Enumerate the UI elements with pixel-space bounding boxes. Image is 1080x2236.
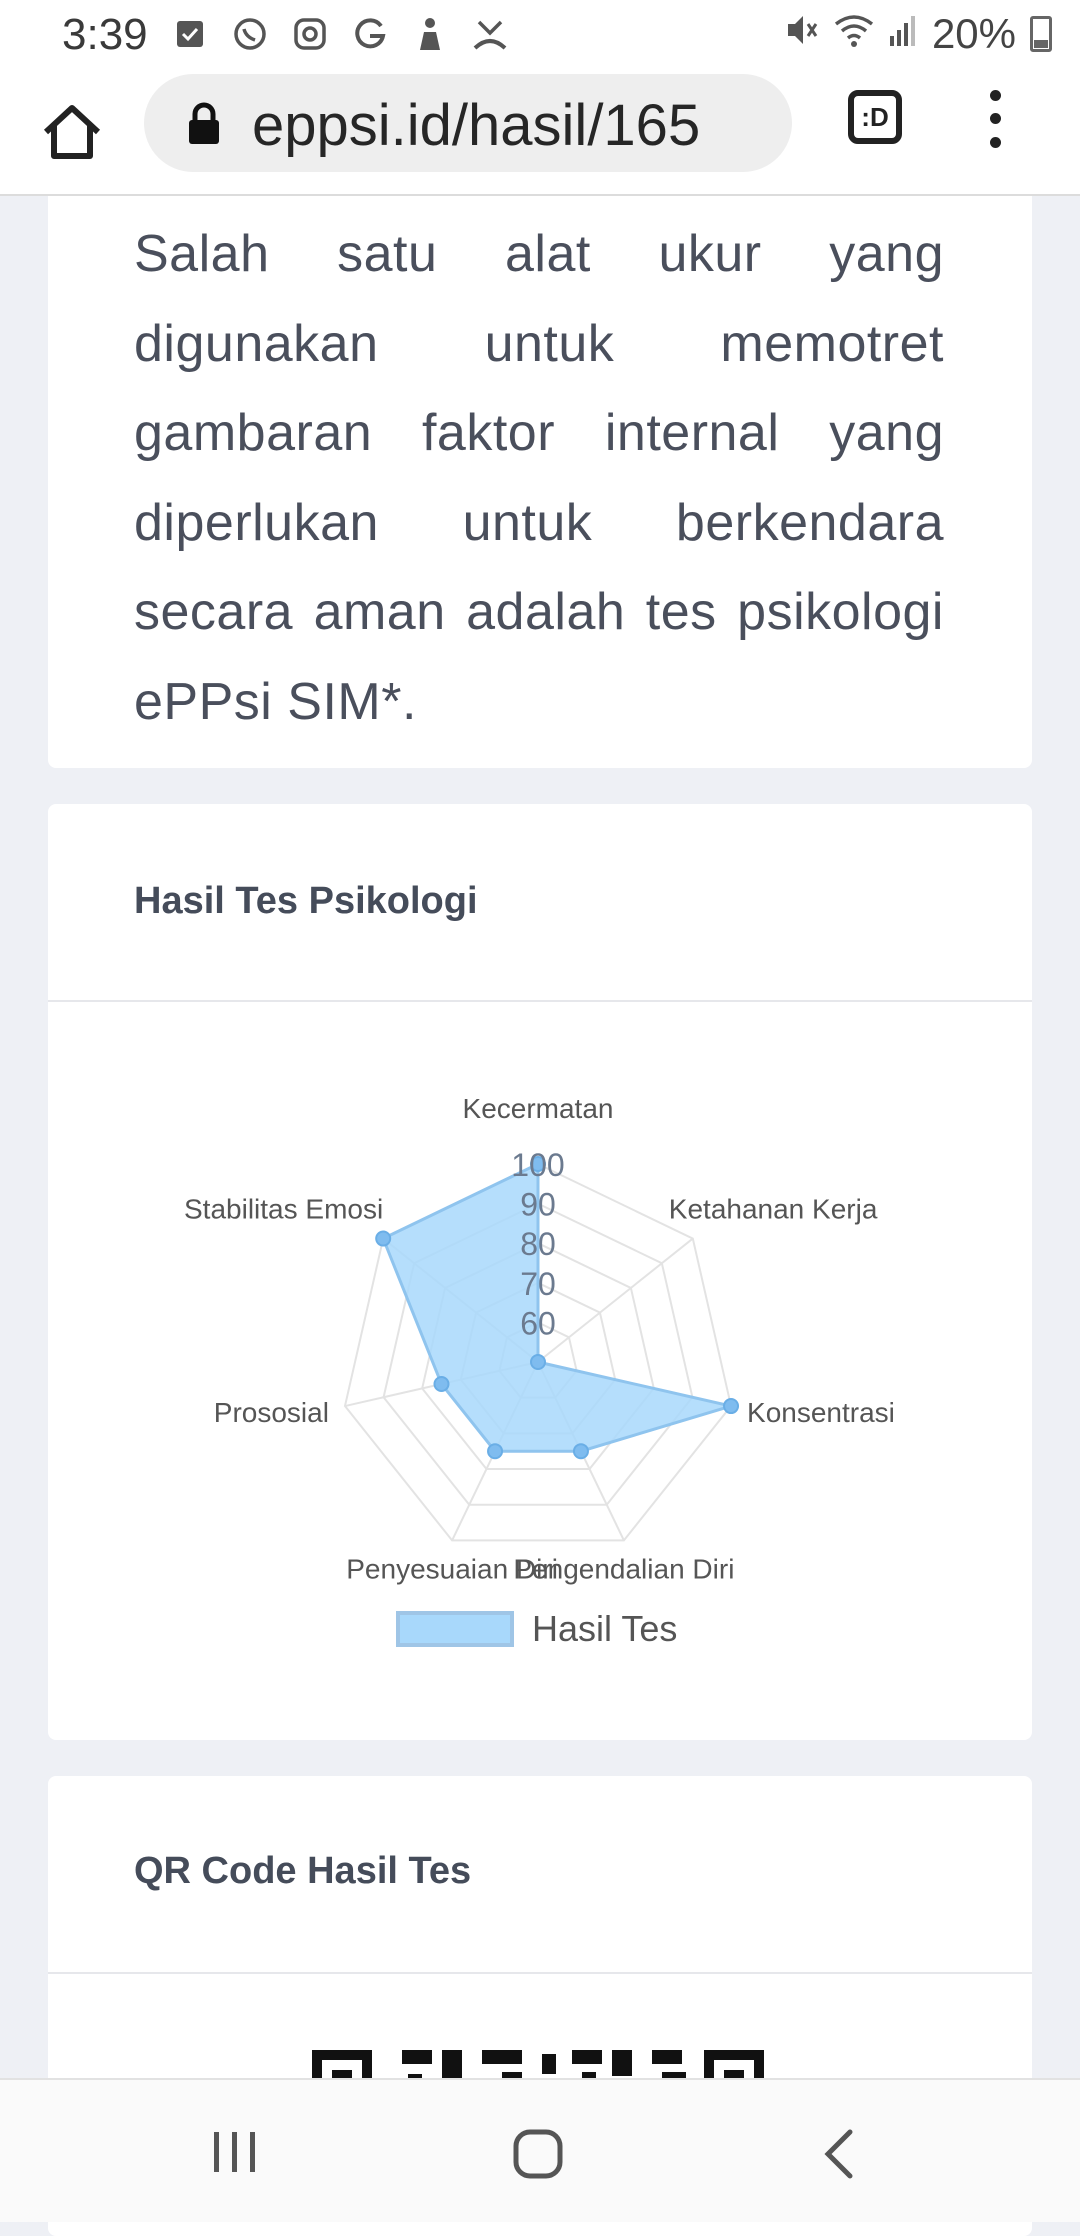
- address-bar[interactable]: eppsi.id/hasil/165: [144, 74, 792, 172]
- radar-tick-label: 90: [520, 1187, 556, 1223]
- radar-tick-label: 100: [511, 1147, 564, 1183]
- battery-percent: 20%: [931, 10, 1016, 57]
- radar-category-label: Stabilitas Emosi: [184, 1194, 383, 1225]
- radar-category-label: Kecermatan: [463, 1093, 614, 1124]
- more-menu-button[interactable]: [980, 84, 1010, 154]
- home-icon: [43, 105, 101, 159]
- menu-dot-icon: [989, 90, 1001, 102]
- intro-paragraph: Salah satu alat ukur yang digunakan untu…: [134, 225, 944, 731]
- instagram-icon: [290, 14, 330, 54]
- battery-icon: [1030, 16, 1052, 52]
- wifi-icon: [834, 10, 874, 58]
- google-icon: [350, 14, 390, 54]
- radar-chart: 6070 8090 100 Kecermatan Ketahanan Kerja Kons…: [184, 1093, 895, 1584]
- radar-category-label: Prososial: [214, 1397, 329, 1428]
- radar-data-point: [433, 1376, 450, 1393]
- whatsapp-icon: [230, 14, 270, 54]
- signal-icon: [888, 10, 918, 58]
- radar-data-point: [572, 1443, 589, 1460]
- system-nav-bar: [0, 2078, 1080, 2222]
- legend-label: Hasil Tes: [532, 1608, 678, 1649]
- results-title: Hasil Tes Psikologi: [134, 880, 478, 922]
- back-button[interactable]: [822, 2128, 856, 2185]
- url-text: eppsi.id/hasil/165: [252, 93, 701, 158]
- radar-tick-label: 60: [520, 1305, 556, 1341]
- tab-switcher-button[interactable]: :D: [848, 90, 902, 144]
- recent-apps-icon: [214, 2132, 255, 2172]
- radar-data-point: [723, 1398, 740, 1415]
- radar-data-point: [530, 1354, 546, 1370]
- radar-category-label: Penyesuaian Diri: [346, 1553, 558, 1584]
- menu-dot-icon: [989, 136, 1001, 148]
- radar-data-point: [487, 1443, 504, 1460]
- chart-legend[interactable]: Hasil Tes: [396, 1608, 677, 1650]
- radar-tick-label: 80: [520, 1226, 556, 1262]
- menu-dot-icon: [989, 113, 1001, 125]
- radar-category-label: Ketahanan Kerja: [669, 1194, 878, 1225]
- divider: [48, 1972, 1032, 1974]
- back-icon: [824, 2129, 853, 2179]
- home-nav-button[interactable]: [512, 2128, 564, 2185]
- status-bar: 3:39 20%: [0, 0, 1080, 70]
- status-right: 20%: [784, 10, 1052, 58]
- divider: [48, 1000, 1032, 1002]
- checkbox-icon: [170, 14, 210, 54]
- home-button[interactable]: [40, 100, 104, 164]
- missed-call-icon: [470, 14, 510, 54]
- radar-data-point: [375, 1230, 392, 1247]
- intro-card: Salah satu alat ukur yang digunakan untu…: [48, 196, 1032, 768]
- status-time: 3:39: [62, 10, 148, 59]
- radar-category-label: Konsentrasi: [747, 1397, 895, 1428]
- lock-icon: [189, 102, 219, 144]
- results-card: Hasil Tes Psikologi 60 70 80 90 100 Kecermata…: [48, 804, 1032, 1740]
- qr-title: QR Code Hasil Tes: [134, 1850, 472, 1892]
- recent-apps-button[interactable]: [212, 2128, 260, 2181]
- legend-swatch: [396, 1611, 514, 1647]
- mute-icon: [784, 10, 820, 58]
- radar-tick-label: 70: [520, 1266, 556, 1302]
- notification-icons: [170, 14, 510, 54]
- browser-toolbar: eppsi.id/hasil/165 :D: [0, 70, 1080, 196]
- home-circle-icon: [513, 2129, 563, 2179]
- person-icon: [410, 14, 450, 54]
